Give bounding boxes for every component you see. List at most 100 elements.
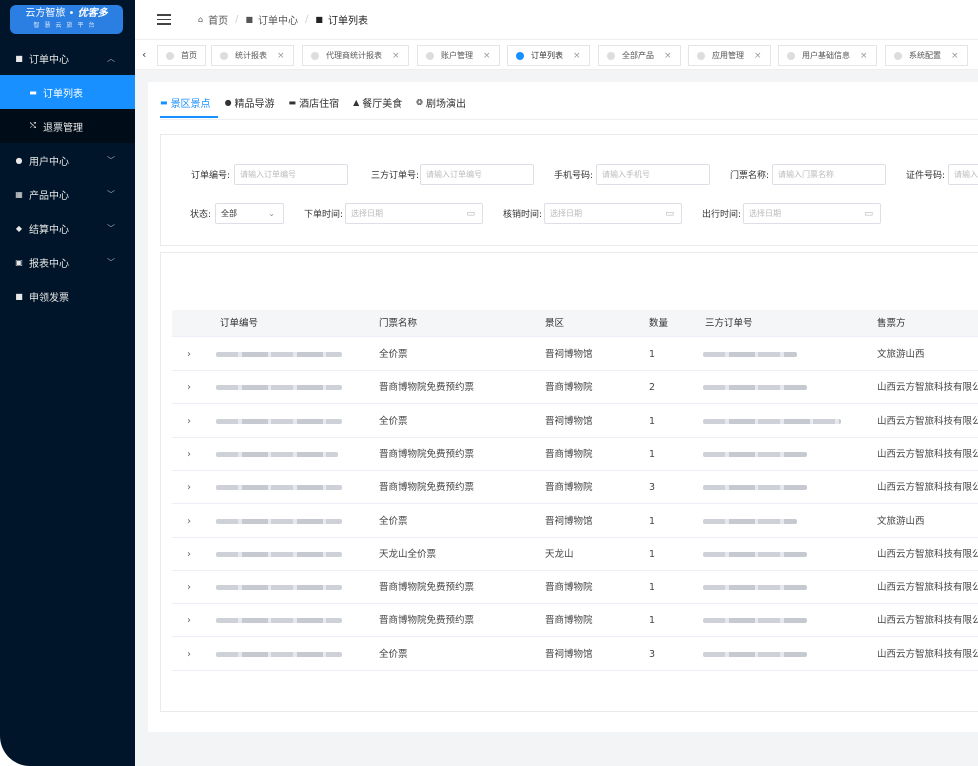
tab-home[interactable]: 首页 (157, 45, 206, 66)
third-no-redacted (703, 418, 841, 424)
table-row[interactable]: › 全价票 晋祠博物馆 1 文旅游山西 (172, 338, 978, 371)
status-select[interactable]: 全部 ⌄ (215, 203, 284, 224)
tab-hotel[interactable]: ▬ 酒店住宿 (289, 95, 340, 110)
column-header: 订单编号 (220, 318, 259, 329)
close-icon[interactable]: × (277, 51, 285, 61)
table-header: 订单编号 门票名称 景区 数量 三方订单号 售票方 (172, 310, 978, 337)
tab-food[interactable]: ▲ 餐厅美食 (353, 95, 402, 110)
tab-app-manage[interactable]: 应用管理 × (688, 45, 771, 66)
cell-scenic: 晋祠博物馆 (545, 415, 593, 427)
close-icon[interactable]: × (664, 51, 672, 61)
list-icon: ▬ (29, 87, 37, 97)
order-time-picker[interactable]: 选择日期 ▭ (345, 203, 483, 224)
verify-time-label: 核销时间: (502, 210, 542, 220)
sidebar-item-refund[interactable]: ⤭ 退票管理 (0, 109, 135, 143)
sidebar-item-user-center[interactable]: ● 用户中心 ﹀ (0, 143, 135, 177)
order-no-redacted (216, 418, 342, 424)
third-no-redacted (703, 518, 797, 524)
cell-seller: 山西云方智旅科技有限公 (877, 648, 978, 660)
table-row[interactable]: › 晋商博物院免费预约票 晋商博物院 1 山西云方智旅科技有限公 (172, 571, 978, 605)
tab-scenic[interactable]: ▬ 景区景点 (160, 95, 211, 110)
select-value: 全部 (221, 209, 237, 218)
table-row[interactable]: › 天龙山全价票 天龙山 1 山西云方智旅科技有限公 (172, 538, 978, 571)
tab-system-config[interactable]: 系统配置 × (885, 45, 968, 66)
order-no-input[interactable]: 请输入订单编号 (234, 164, 348, 185)
sidebar-item-label: 退票管理 (43, 122, 83, 134)
order-no-redacted (216, 451, 338, 457)
expand-row-icon[interactable]: › (187, 471, 191, 504)
cell-quantity: 1 (649, 615, 656, 627)
expand-row-icon[interactable]: › (187, 438, 191, 471)
bed-icon: ▬ (288, 98, 297, 107)
cell-ticket-name: 晋商博物院免费预约票 (379, 615, 475, 627)
tab-user-info[interactable]: 用户基础信息 × (778, 45, 877, 66)
tab-account[interactable]: 账户管理 × (417, 45, 500, 66)
third-no-redacted (703, 352, 797, 357)
close-icon[interactable]: × (951, 51, 959, 61)
expand-row-icon[interactable]: › (187, 405, 191, 438)
expand-row-icon[interactable]: › (187, 338, 191, 371)
breadcrumb-order-list: ■ 订单列表 (315, 12, 368, 27)
expand-row-icon[interactable]: › (187, 604, 191, 637)
tab-agent-report[interactable]: 代理商统计报表 × (302, 45, 409, 66)
breadcrumb-order-center[interactable]: ■ 订单中心 (245, 12, 298, 27)
expand-row-icon[interactable]: › (187, 571, 191, 604)
table-row[interactable]: › 全价票 晋祠博物馆 1 文旅游山西 (172, 505, 978, 538)
travel-time-picker[interactable]: 选择日期 ▭ (743, 203, 881, 224)
tab-all-products[interactable]: 全部产品 × (598, 45, 681, 66)
order-no-label: 订单编号: (190, 171, 230, 181)
chevron-left-icon[interactable]: ‹ (142, 48, 146, 61)
cell-scenic: 晋祠博物馆 (545, 515, 593, 527)
table-row[interactable]: › 全价票 晋祠博物馆 1 山西云方智旅科技有限公 (172, 405, 978, 438)
tab-theater[interactable]: ❂ 剧场演出 (416, 95, 466, 110)
sidebar-item-label: 申领发票 (29, 292, 69, 304)
third-no-redacted (703, 551, 807, 557)
cell-ticket-name: 晋商博物院免费预约票 (379, 482, 475, 494)
verify-time-picker[interactable]: 选择日期 ▭ (544, 203, 682, 224)
table-row[interactable]: › 晋商博物院免费预约票 晋商博物院 3 山西云方智旅科技有限公 (172, 471, 978, 505)
cell-ticket-name: 晋商博物院免费预约票 (379, 582, 475, 594)
status-label: 状态: (189, 210, 211, 220)
sidebar-item-report-center[interactable]: ▣ 报表中心 ﹀ (0, 245, 135, 279)
menu-toggle-icon[interactable] (157, 14, 171, 25)
expand-row-icon[interactable]: › (187, 505, 191, 538)
expand-row-icon[interactable]: › (187, 538, 191, 571)
expand-row-icon[interactable]: › (187, 371, 191, 404)
home-icon: ⌂ (198, 15, 204, 24)
close-icon[interactable]: × (754, 51, 762, 61)
close-icon[interactable]: × (860, 51, 868, 61)
placeholder: 选择日期 (351, 209, 383, 218)
close-icon[interactable]: × (483, 51, 491, 61)
table-row[interactable]: › 全价票 晋祠博物馆 3 山西云方智旅科技有限公 (172, 638, 978, 671)
third-no-input[interactable]: 请输入订单编号 (420, 164, 534, 185)
close-icon[interactable]: × (392, 51, 400, 61)
sidebar-item-product-center[interactable]: ▦ 产品中心 ﹀ (0, 177, 135, 211)
sidebar-item-order-list[interactable]: ▬ 订单列表 (0, 75, 135, 109)
table-row[interactable]: › 晋商博物院免费预约票 晋商博物院 1 山西云方智旅科技有限公 (172, 438, 978, 471)
cell-seller: 山西云方智旅科技有限公 (877, 415, 978, 427)
filter-row-1: 订单编号: 请输入订单编号 三方订单号: 请输入订单编号 手机号码: 请输入手机… (185, 164, 978, 185)
ticket-name-input[interactable]: 请输入门票名称 (772, 164, 886, 185)
breadcrumb-home[interactable]: ⌂ 首页 (198, 12, 228, 27)
column-header: 三方订单号 (705, 318, 753, 329)
id-no-input[interactable]: 请输入 (948, 164, 978, 185)
close-icon[interactable]: × (573, 51, 581, 61)
phone-label: 手机号码: (553, 171, 593, 181)
table-row[interactable]: › 晋商博物院免费预约票 晋商博物院 2 山西云方智旅科技有限公 (172, 371, 978, 405)
cell-seller: 文旅游山西 (877, 349, 925, 360)
tab-order-list[interactable]: 订单列表 × (507, 45, 590, 66)
tab-guide[interactable]: ● 精品导游 (225, 95, 275, 110)
cell-seller: 文旅游山西 (877, 515, 925, 527)
sidebar-item-label: 订单中心 (29, 54, 69, 66)
tab-stat-report[interactable]: 统计报表 × (211, 45, 294, 66)
sidebar-item-settle-center[interactable]: ◆ 结算中心 ﹀ (0, 211, 135, 245)
food-icon: ▲ (353, 98, 360, 107)
table-row[interactable]: › 晋商博物院免费预约票 晋商博物院 1 山西云方智旅科技有限公 (172, 604, 978, 638)
order-no-redacted (216, 651, 342, 657)
expand-row-icon[interactable]: › (187, 638, 191, 671)
cell-seller: 山西云方智旅科技有限公 (877, 615, 978, 627)
sidebar-item-label: 产品中心 (29, 190, 69, 202)
sidebar-item-order-center[interactable]: ■ 订单中心 ︿ (0, 41, 135, 75)
phone-input[interactable]: 请输入手机号 (596, 164, 710, 185)
sidebar-item-invoice[interactable]: ■ 申领发票 (0, 279, 135, 313)
